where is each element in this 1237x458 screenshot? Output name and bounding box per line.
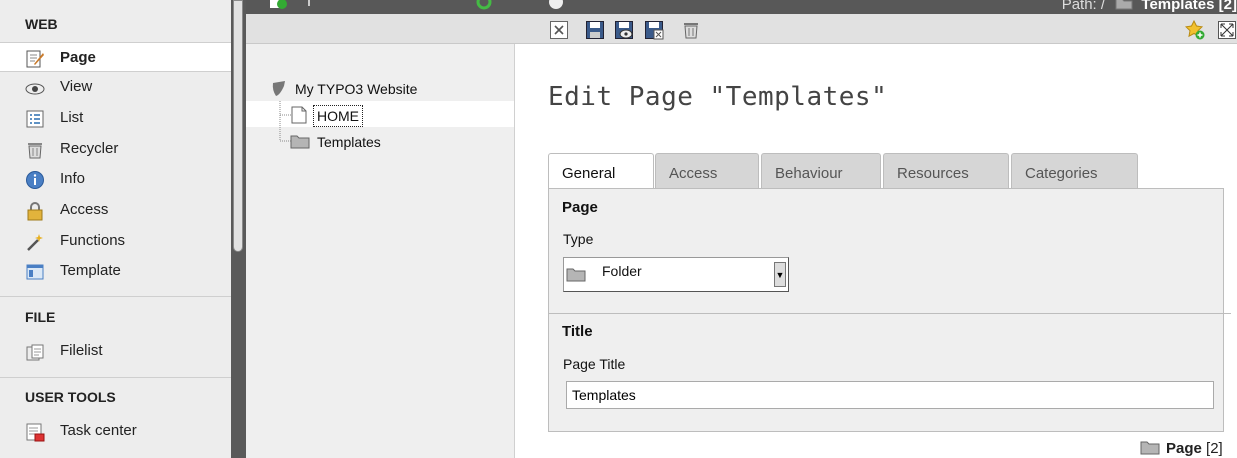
menu-item-label: Info <box>60 170 86 187</box>
menu-item-label: Template <box>60 262 121 279</box>
menu-item-page[interactable]: Page <box>0 42 231 72</box>
tab-general[interactable]: General <box>548 153 654 189</box>
tree-root[interactable]: My TYPO3 Website <box>295 81 417 97</box>
menu-item-label: View <box>60 78 93 95</box>
menu-item-list[interactable]: List <box>0 103 231 133</box>
edit-form: Edit Page "Templates" General Access Beh… <box>516 44 1237 458</box>
pin-icon[interactable] <box>306 0 312 10</box>
folder-icon <box>566 268 586 282</box>
clock-icon[interactable] <box>548 0 564 10</box>
menu-item-view[interactable]: View <box>0 72 231 102</box>
folder-icon <box>1115 0 1133 10</box>
tab-behaviour[interactable]: Behaviour <box>761 153 881 188</box>
path-label: Path: / <box>1061 0 1106 13</box>
wand-icon <box>27 234 43 251</box>
menu-item-template[interactable]: Template <box>0 256 231 286</box>
template-icon <box>26 264 44 280</box>
type-label: Type <box>563 231 594 247</box>
lock-icon <box>27 202 43 221</box>
page-title-input[interactable] <box>566 381 1214 409</box>
chevron-down-icon[interactable]: ▼ <box>774 262 786 287</box>
section-heading-title: Title <box>562 323 593 340</box>
section-title-file: FILE <box>25 309 56 325</box>
type-select[interactable]: Folder ▼ <box>563 257 789 292</box>
tab-categories[interactable]: Categories <box>1011 153 1138 188</box>
menu-item-info[interactable]: Info <box>0 164 231 194</box>
fullscreen-icon[interactable] <box>1217 20 1237 40</box>
task-center-icon <box>26 423 45 442</box>
record-footer: Page [2] <box>1140 439 1223 457</box>
scrollbar-thumb[interactable] <box>233 0 243 252</box>
folder-icon <box>1140 441 1160 455</box>
menu-item-functions[interactable]: Functions <box>0 226 231 256</box>
menu-item-access[interactable]: Access <box>0 195 231 225</box>
tab-resources[interactable]: Resources <box>883 153 1009 188</box>
docheader-toolbar <box>246 14 1237 44</box>
divider <box>0 377 231 378</box>
tab-panel-general: Page Type Folder ▼ Title Page Title <box>548 188 1231 432</box>
menu-item-label: Functions <box>60 232 126 249</box>
eye-icon <box>25 83 45 95</box>
close-icon[interactable] <box>549 20 569 40</box>
page-title: Edit Page "Templates" <box>548 82 888 112</box>
tree-item-templates[interactable]: Templates <box>317 134 381 150</box>
menu-item-recycler[interactable]: Recycler <box>0 134 231 164</box>
section-title-web: WEB <box>25 16 58 32</box>
section-divider <box>549 313 1231 314</box>
module-menu-scrollbar[interactable] <box>231 0 246 458</box>
divider <box>0 296 231 297</box>
section-title-user-tools: USER TOOLS <box>25 389 116 405</box>
module-menu: WEB Page View List Recycler Info Access … <box>0 0 232 458</box>
menu-item-task-center[interactable]: Task center <box>0 416 231 446</box>
list-icon <box>26 110 44 128</box>
page-icon <box>291 106 307 124</box>
menu-item-label: List <box>60 109 84 126</box>
new-page-icon[interactable] <box>268 0 288 10</box>
save-view-icon[interactable] <box>614 20 634 40</box>
save-icon[interactable] <box>585 20 605 40</box>
page-title-label: Page Title <box>563 356 626 372</box>
page-tree: My TYPO3 Website HOME Templates <box>246 44 515 458</box>
info-icon <box>26 171 44 189</box>
top-toolbar: Path: / Templates [2] <box>246 0 1237 14</box>
delete-icon[interactable] <box>681 20 701 40</box>
menu-item-label: Filelist <box>60 342 103 359</box>
menu-item-label: Page <box>60 49 96 66</box>
menu-item-filelist[interactable]: Filelist <box>0 336 231 366</box>
tab-access[interactable]: Access <box>655 153 759 188</box>
refresh-icon[interactable] <box>476 0 492 10</box>
section-heading-page: Page <box>562 199 598 216</box>
page-edit-icon <box>26 50 44 68</box>
trash-icon <box>28 143 42 159</box>
bookmark-add-icon[interactable] <box>1185 20 1205 40</box>
save-close-icon[interactable] <box>644 20 664 40</box>
path-current: Templates [2] <box>1141 0 1237 13</box>
record-id: [2] <box>1206 440 1223 457</box>
typo3-logo-icon <box>272 81 285 96</box>
breadcrumb: Path: / Templates [2] <box>1062 0 1237 13</box>
tree-item-home[interactable]: HOME <box>313 105 363 127</box>
menu-item-label: Recycler <box>60 140 119 157</box>
filelist-icon <box>26 344 44 361</box>
record-type: Page <box>1166 440 1202 457</box>
menu-item-label: Access <box>60 201 109 218</box>
folder-icon <box>290 135 310 149</box>
menu-item-label: Task center <box>60 422 137 439</box>
type-select-value: Folder <box>602 263 642 279</box>
